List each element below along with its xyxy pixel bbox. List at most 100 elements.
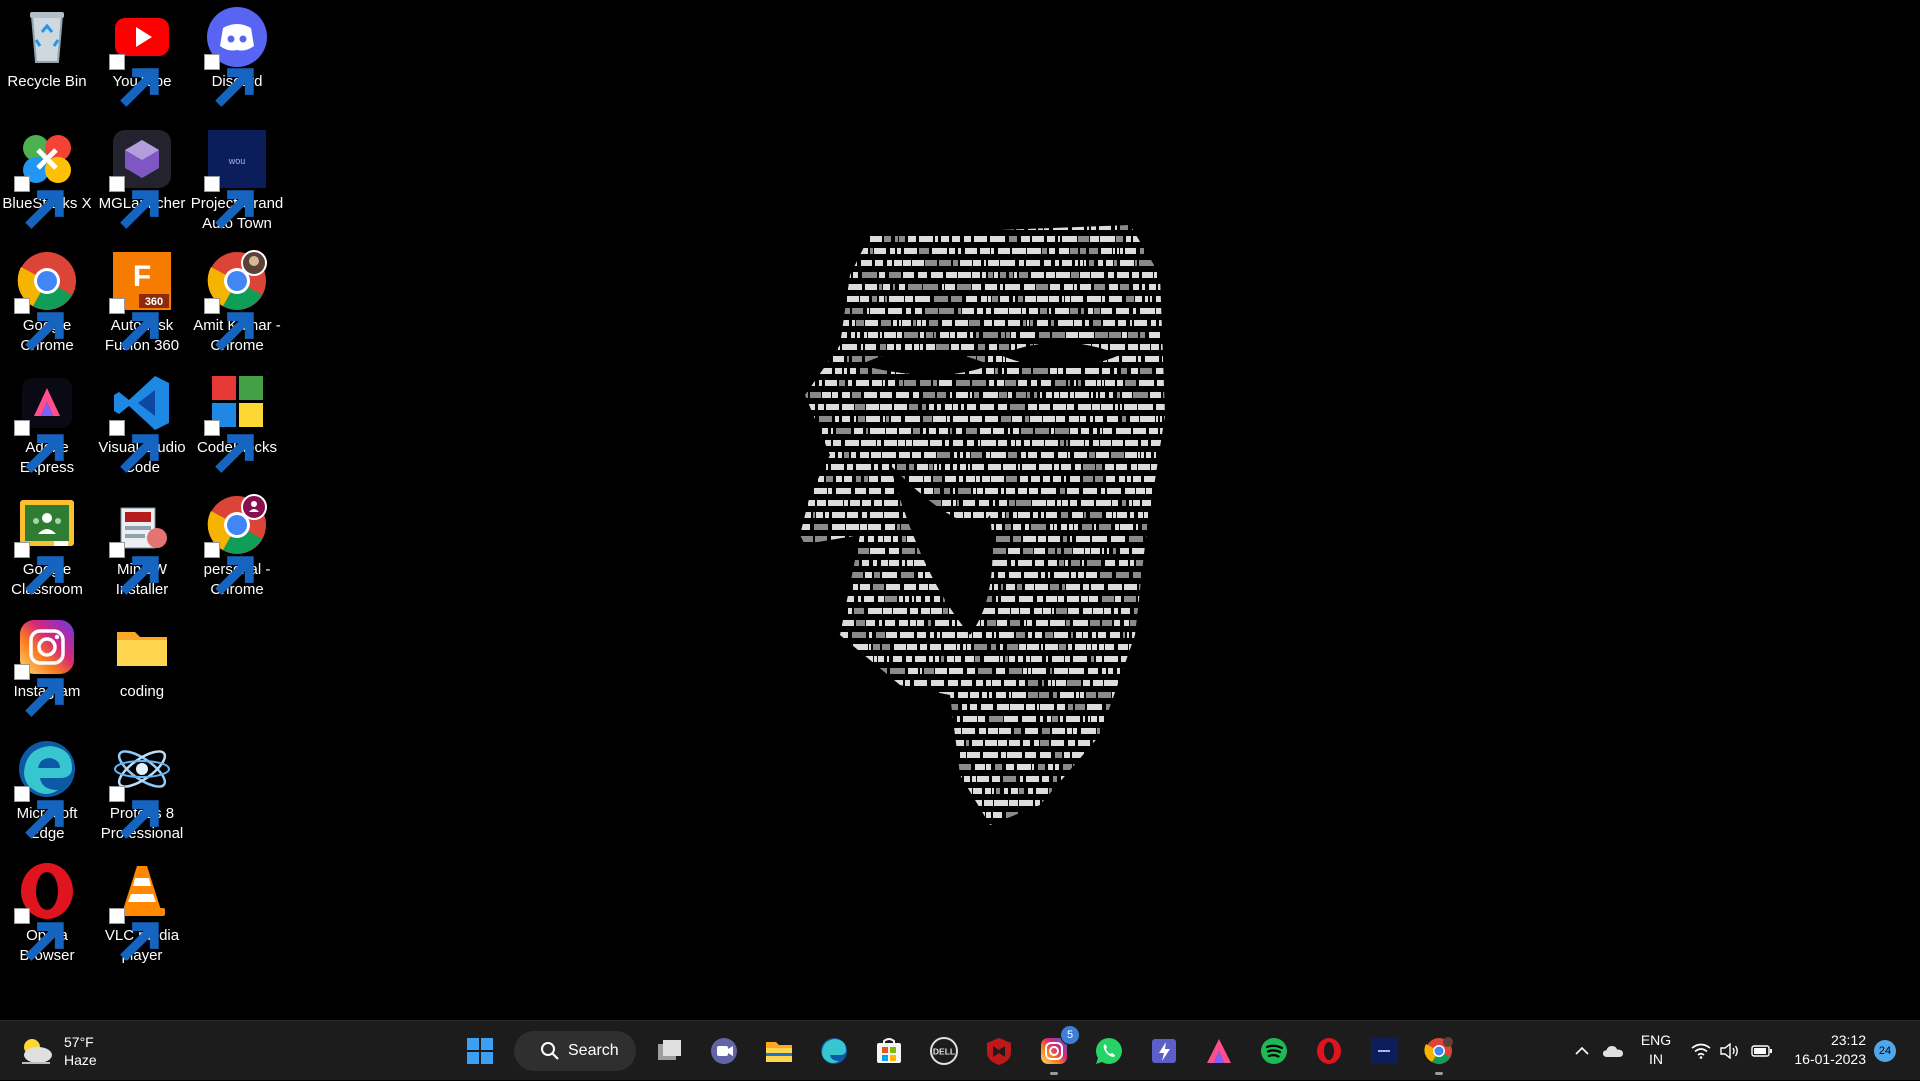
- desktop-icon-mglauncher[interactable]: MGLauncher: [95, 122, 189, 229]
- mask-text-glyph: [1161, 800, 1165, 806]
- fusion360-icon: F 360: [109, 250, 173, 351]
- wifi-tray[interactable]: [1688, 1021, 1714, 1081]
- taskbar-spotify[interactable]: [1254, 1031, 1294, 1071]
- mask-text-glyph: [800, 344, 811, 350]
- mask-text-glyph: [1008, 320, 1020, 326]
- taskbar-project-grand-auto-town[interactable]: [1364, 1031, 1404, 1071]
- desktop-icon-recycle-bin[interactable]: Recycle Bin: [0, 0, 94, 92]
- desktop-icon-codeblocks[interactable]: CodeBlocks: [190, 366, 284, 473]
- mask-text-glyph: [1089, 248, 1098, 254]
- clock[interactable]: 23:12 16-01-2023: [1786, 1031, 1866, 1069]
- mask-text-glyph: [877, 668, 887, 674]
- mask-text-glyph: [1186, 296, 1199, 302]
- desktop-icon-vlc[interactable]: VLC media player: [95, 854, 189, 966]
- desktop-icon-autodesk-fusion[interactable]: F 360 Autodesk Fusion 360: [95, 244, 189, 356]
- mask-text-glyph: [1093, 440, 1099, 446]
- desktop-icon-microsoft-edge[interactable]: Microsoft Edge: [0, 732, 94, 844]
- mask-text-glyph: [1111, 536, 1125, 542]
- taskbar-edge[interactable]: [814, 1031, 854, 1071]
- mask-text-glyph: [1057, 548, 1061, 554]
- mask-text-glyph: [1070, 308, 1078, 314]
- taskbar-whatsapp[interactable]: [1089, 1031, 1129, 1071]
- taskbar-opera[interactable]: [1309, 1031, 1349, 1071]
- mask-text-glyph: [893, 536, 898, 542]
- mask-text-glyph: [1038, 536, 1046, 542]
- notification-badge[interactable]: 24: [1874, 1040, 1896, 1062]
- mask-text-glyph: [868, 524, 881, 530]
- mask-text-glyph: [1018, 488, 1027, 494]
- taskbar-chrome[interactable]: [1419, 1031, 1459, 1075]
- desktop-icon-bluestacks[interactable]: BlueStacks X: [0, 122, 94, 229]
- mask-text-glyph: [1064, 284, 1073, 290]
- desktop-icon-vscode[interactable]: Visual Studio Code: [95, 366, 189, 478]
- mask-text-glyph: [1173, 764, 1176, 770]
- desktop-icon-adobe-express[interactable]: Adobe Express: [0, 366, 94, 478]
- shortcut-arrow-icon: [109, 908, 159, 961]
- desktop-icon-project-grand-auto-town[interactable]: wou Project Grand Auto Town: [190, 122, 284, 234]
- desktop-icon-amit-kumar-chrome[interactable]: Amit Kumar - Chrome: [190, 244, 284, 356]
- desktop-icon-instagram[interactable]: Instagram: [0, 610, 94, 717]
- mask-text-glyph: [1071, 560, 1080, 566]
- mask-text-glyph: [851, 452, 856, 458]
- mask-text-glyph: [1002, 512, 1005, 518]
- volume-tray[interactable]: [1717, 1021, 1743, 1081]
- mask-text-glyph: [1131, 812, 1142, 818]
- taskbar-search[interactable]: Search: [514, 1031, 636, 1071]
- taskbar-task-view[interactable]: [650, 1031, 690, 1071]
- mask-text-glyph: [1126, 296, 1134, 302]
- weather-widget[interactable]: 57°F Haze: [18, 1031, 97, 1071]
- mask-text-glyph: [1102, 380, 1104, 386]
- mask-text-glyph: [1134, 680, 1140, 686]
- mask-text-glyph: [800, 332, 812, 338]
- taskbar-mcafee[interactable]: [979, 1031, 1019, 1071]
- mask-text-glyph: [822, 428, 828, 434]
- onedrive-tray[interactable]: [1600, 1021, 1626, 1081]
- taskbar-chat[interactable]: [704, 1031, 744, 1071]
- taskbar-file-explorer[interactable]: [759, 1031, 799, 1071]
- mask-text-glyph: [1017, 764, 1031, 770]
- show-hidden-icons-button[interactable]: [1570, 1021, 1594, 1081]
- mask-text-glyph: [851, 800, 857, 806]
- mask-text-glyph: [1171, 668, 1174, 674]
- mask-text-glyph: [967, 404, 976, 410]
- desktop-icon-youtube[interactable]: YouTube: [95, 0, 189, 107]
- mask-text-glyph: [1059, 248, 1069, 254]
- mask-text-glyph: [932, 752, 942, 758]
- mask-text-glyph: [981, 440, 996, 446]
- mask-text-glyph: [860, 584, 870, 590]
- desktop-icon-mingw[interactable]: MinGW Installer: [95, 488, 189, 600]
- mask-text-glyph: [859, 704, 861, 710]
- mask-text-glyph: [800, 392, 808, 398]
- mask-text-glyph: [1005, 284, 1020, 290]
- mask-text-glyph: [1059, 644, 1066, 650]
- taskbar-dell[interactable]: DELL: [924, 1031, 964, 1071]
- desktop-icon-opera[interactable]: Opera Browser: [0, 854, 94, 966]
- taskbar-microsoft-store[interactable]: [869, 1031, 909, 1071]
- desktop-icon-coding-folder[interactable]: coding: [95, 610, 189, 702]
- taskbar-power-automate[interactable]: [1144, 1031, 1184, 1071]
- mask-text-glyph: [1189, 512, 1198, 518]
- taskbar-instagram[interactable]: 5: [1034, 1025, 1080, 1075]
- mask-text-glyph: [1138, 512, 1143, 518]
- mask-text-glyph: [1055, 428, 1069, 434]
- mask-text-glyph: [1025, 584, 1034, 590]
- desktop-icon-google-classroom[interactable]: Google Classroom: [0, 488, 94, 600]
- svg-text:DELL: DELL: [933, 1047, 955, 1057]
- mask-text-glyph: [844, 752, 851, 758]
- start-button[interactable]: [460, 1031, 500, 1071]
- desktop-icon-proteus[interactable]: Proteus 8 Professional: [95, 732, 189, 844]
- desktop-icon-google-chrome[interactable]: Google Chrome: [0, 244, 94, 356]
- mask-text-glyph: [800, 596, 813, 602]
- language-indicator[interactable]: ENG IN: [1638, 1031, 1674, 1069]
- battery-tray[interactable]: [1748, 1021, 1776, 1081]
- taskbar-adobe-express[interactable]: [1199, 1031, 1239, 1071]
- mask-text-glyph: [1156, 368, 1165, 374]
- mask-text-glyph: [1159, 668, 1165, 674]
- mask-text-glyph: [1080, 272, 1090, 278]
- desktop-icon-personal-chrome[interactable]: personal - Chrome: [190, 488, 284, 600]
- mask-text-glyph: [993, 428, 1004, 434]
- mask-text-glyph: [1149, 824, 1156, 825]
- mask-text-glyph: [956, 764, 971, 770]
- mask-text-glyph: [1177, 800, 1186, 806]
- desktop-icon-discord[interactable]: Discord: [190, 0, 284, 107]
